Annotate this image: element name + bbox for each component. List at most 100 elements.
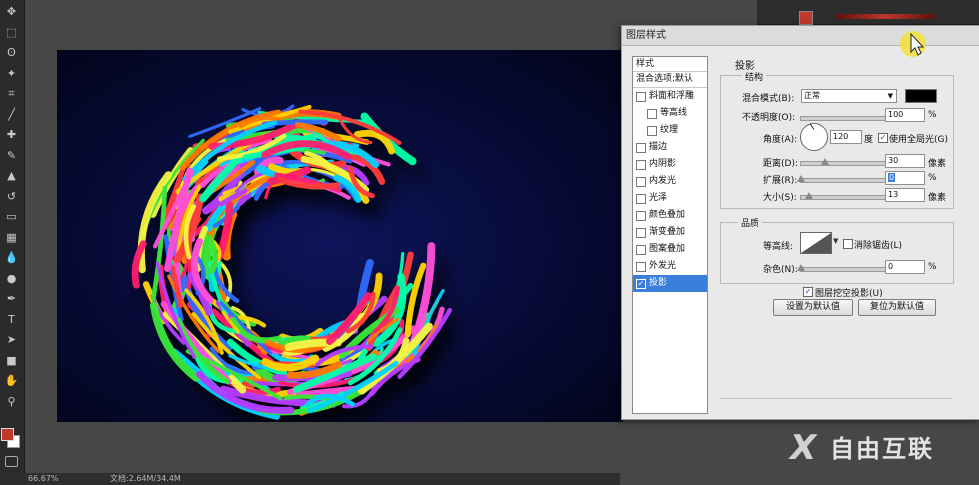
contour-dropdown-icon[interactable]: ▼ <box>833 237 838 245</box>
style-label: 光泽 <box>649 193 668 203</box>
blend-mode-select[interactable]: 正常 ▼ <box>801 89 897 103</box>
knockout-checkbox[interactable]: ✓ <box>803 287 813 297</box>
style-checkbox[interactable] <box>636 194 646 204</box>
style-item[interactable]: 内阴影 <box>633 156 707 173</box>
style-checkbox[interactable]: ✓ <box>636 279 646 289</box>
history-brush-icon[interactable]: ↺ <box>3 189 20 204</box>
style-checkbox[interactable] <box>636 211 646 221</box>
pen-icon[interactable]: ✒ <box>3 291 20 306</box>
style-checkbox[interactable] <box>636 262 646 272</box>
brush-icon[interactable]: ✎ <box>3 148 20 163</box>
slider-thumb[interactable] <box>797 264 805 271</box>
distance-input[interactable]: 30 <box>885 154 925 168</box>
noise-unit: % <box>928 262 937 272</box>
antialias-checkbox[interactable] <box>843 239 853 249</box>
quick-mask-icon[interactable] <box>5 456 18 467</box>
contour-preview[interactable] <box>800 232 832 254</box>
angle-dial[interactable] <box>800 123 828 151</box>
slider-thumb[interactable] <box>805 192 813 199</box>
dodge-icon[interactable]: ● <box>3 271 20 286</box>
gradient-icon[interactable]: ▦ <box>3 230 20 245</box>
spread-input[interactable]: 0 <box>885 171 925 185</box>
watermark-logo: X 自由互联 <box>790 428 975 470</box>
noise-slider[interactable] <box>797 264 894 272</box>
style-checkbox[interactable] <box>636 160 646 170</box>
foreground-color-swatch[interactable] <box>1 428 14 441</box>
magic-wand-icon[interactable]: ✦ <box>3 66 20 81</box>
opacity-input[interactable]: 100 <box>885 108 925 122</box>
reset-default-button[interactable]: 复位为默认值 <box>858 299 936 316</box>
style-checkbox[interactable] <box>636 92 646 102</box>
type-icon[interactable]: T <box>3 312 20 327</box>
style-checkbox[interactable] <box>636 177 646 187</box>
style-item[interactable]: 描边 <box>633 139 707 156</box>
style-item[interactable]: 等高线 <box>633 105 707 122</box>
healing-icon[interactable]: ✚ <box>3 127 20 142</box>
global-light-checkbox[interactable]: ✓ <box>878 133 888 143</box>
style-checkbox[interactable] <box>647 126 657 136</box>
knockout-label[interactable]: 图层挖空投影(U) <box>815 286 883 299</box>
style-checkbox[interactable] <box>636 143 646 153</box>
rainbow-letter-c-artwork <box>131 104 453 420</box>
style-item[interactable]: ✓ 投影 <box>633 275 707 292</box>
quality-title: 品质 <box>738 216 763 229</box>
style-checkbox[interactable] <box>636 228 646 238</box>
marquee-icon[interactable]: ⬚ <box>3 25 20 40</box>
noise-input[interactable]: 0 <box>885 260 925 274</box>
set-default-button[interactable]: 设置为默认值 <box>773 299 853 316</box>
noise-label: 杂色(N): <box>763 265 798 275</box>
spread-slider[interactable] <box>797 175 894 183</box>
antialias-label[interactable]: 消除锯齿(L) <box>854 238 902 251</box>
style-item[interactable]: 外发光 <box>633 258 707 275</box>
opacity-slider[interactable] <box>800 113 894 121</box>
zoom-icon[interactable]: ⚲ <box>3 394 20 409</box>
slider-thumb[interactable] <box>821 158 829 165</box>
crop-icon[interactable]: ⌗ <box>3 86 20 101</box>
contour-curve-icon <box>801 233 831 253</box>
shadow-color-swatch[interactable] <box>905 89 937 103</box>
lasso-icon[interactable]: ʘ <box>3 45 20 60</box>
distance-label: 距离(D): <box>763 159 798 169</box>
global-light-label[interactable]: 使用全局光(G) <box>889 132 948 145</box>
style-label: 颜色叠加 <box>649 210 686 220</box>
path-select-icon[interactable]: ➤ <box>3 332 20 347</box>
zoom-level[interactable]: 66.67% <box>28 473 59 485</box>
style-checkbox[interactable] <box>636 245 646 255</box>
blend-options-default[interactable]: 混合选项:默认 <box>633 72 707 88</box>
distance-slider[interactable] <box>800 158 894 166</box>
style-label: 纹理 <box>660 125 679 135</box>
spread-label: 扩展(R): <box>763 176 798 186</box>
style-label: 等高线 <box>660 108 688 118</box>
eyedropper-icon[interactable]: ╱ <box>3 107 20 122</box>
angle-input[interactable]: 120 <box>830 130 862 144</box>
size-slider[interactable] <box>800 192 894 200</box>
style-label: 描边 <box>649 142 668 152</box>
cursor-highlight <box>900 31 926 57</box>
style-item[interactable]: 斜面和浮雕 <box>633 88 707 105</box>
hand-icon[interactable]: ✋ <box>3 373 20 388</box>
size-label: 大小(S): <box>763 193 797 203</box>
size-input[interactable]: 13 <box>885 188 925 202</box>
style-item[interactable]: 颜色叠加 <box>633 207 707 224</box>
distance-unit: 像素 <box>928 159 947 169</box>
style-item[interactable]: 光泽 <box>633 190 707 207</box>
contour-label: 等高线: <box>763 242 794 252</box>
document-canvas[interactable] <box>57 50 623 422</box>
move-icon[interactable]: ✥ <box>3 4 20 19</box>
panel-gradient-bar <box>835 14 935 19</box>
styles-header[interactable]: 样式 <box>633 57 707 72</box>
style-label: 外发光 <box>649 261 677 271</box>
style-item[interactable]: 纹理 <box>633 122 707 139</box>
eraser-icon[interactable]: ▭ <box>3 209 20 224</box>
style-label: 图案叠加 <box>649 244 686 254</box>
shape-icon[interactable]: ■ <box>3 353 20 368</box>
style-item[interactable]: 内发光 <box>633 173 707 190</box>
blur-icon[interactable]: 💧 <box>3 250 20 265</box>
doc-size: 文档:2.64M/34.4M <box>110 474 181 483</box>
slider-thumb[interactable] <box>797 175 805 182</box>
style-item[interactable]: 图案叠加 <box>633 241 707 258</box>
style-checkbox[interactable] <box>647 109 657 119</box>
style-item[interactable]: 渐变叠加 <box>633 224 707 241</box>
stamp-icon[interactable]: ▲ <box>3 168 20 183</box>
panel-swatch[interactable] <box>799 11 813 25</box>
